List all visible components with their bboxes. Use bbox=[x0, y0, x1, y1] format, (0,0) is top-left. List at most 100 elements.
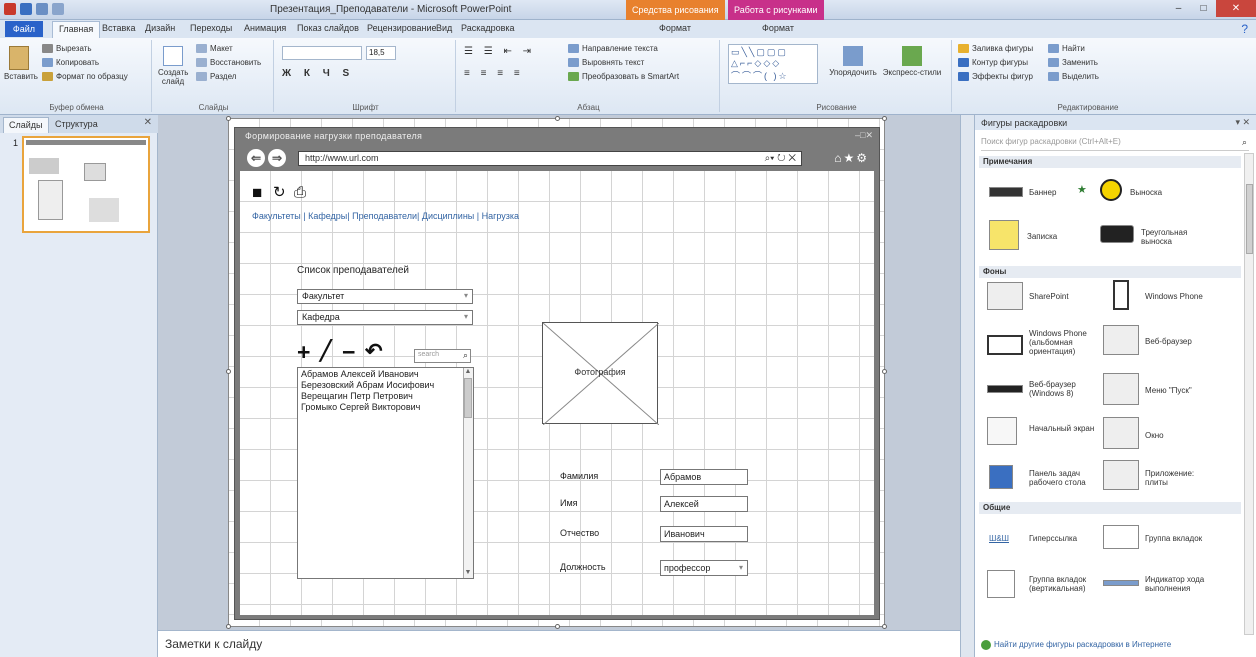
text-direction-button[interactable]: Направление текста bbox=[568, 44, 658, 54]
resize-handle[interactable] bbox=[882, 116, 887, 121]
notes-pane[interactable]: Заметки к слайду bbox=[158, 630, 960, 657]
shape-start-screen[interactable]: Начальный экран bbox=[1029, 424, 1095, 433]
cut-button[interactable]: Вырезать bbox=[42, 44, 92, 54]
shape-taskbar[interactable]: Панель задач рабочего стола bbox=[1029, 469, 1095, 487]
web-browser-shape-icon[interactable] bbox=[1103, 325, 1139, 355]
tab-file[interactable]: Файл bbox=[5, 21, 43, 37]
tab-outline[interactable]: Структура bbox=[50, 117, 103, 133]
shape-web-browser[interactable]: Веб-браузер bbox=[1145, 337, 1192, 346]
shape-windows-phone[interactable]: Windows Phone bbox=[1145, 292, 1203, 301]
list-buttons[interactable]: ☰ ☰ ⇤ ⇥ bbox=[464, 46, 535, 57]
tab-home[interactable]: Главная bbox=[52, 21, 101, 38]
layout-button[interactable]: Макет bbox=[196, 44, 233, 54]
category-notes[interactable]: Примечания bbox=[979, 156, 1241, 168]
tab-transitions[interactable]: Переходы bbox=[190, 23, 232, 33]
paste-button[interactable]: Вставить bbox=[4, 46, 38, 81]
panel-scrollbar[interactable] bbox=[1244, 153, 1254, 635]
tab-view[interactable]: Вид bbox=[436, 23, 452, 33]
new-slide-button[interactable]: Создать слайд bbox=[158, 46, 188, 86]
replace-button[interactable]: Заменить bbox=[1048, 58, 1098, 68]
tab-format-picture[interactable]: Формат bbox=[762, 23, 794, 33]
reset-button[interactable]: Восстановить bbox=[196, 58, 261, 68]
start-menu-shape-icon[interactable] bbox=[1103, 373, 1139, 405]
close-icon[interactable]: ✕ bbox=[144, 117, 152, 128]
resize-handle[interactable] bbox=[882, 369, 887, 374]
font-style-buttons[interactable]: Ж К Ч S bbox=[282, 68, 354, 79]
slide[interactable]: Формирование нагрузки преподавателя –□✕ … bbox=[226, 116, 887, 629]
shape-outline-button[interactable]: Контур фигуры bbox=[958, 58, 1028, 68]
shape-window[interactable]: Окно bbox=[1145, 431, 1164, 440]
shape-fill-button[interactable]: Заливка фигуры bbox=[958, 44, 1033, 54]
tab-design[interactable]: Дизайн bbox=[145, 23, 175, 33]
category-backgrounds[interactable]: Фоны bbox=[979, 266, 1241, 278]
shapes-gallery[interactable]: ▭╲╲▢▢▢ △⌐⌐◇◇◇ ⌒⌒⌒( )☆ bbox=[728, 44, 818, 84]
find-more-shapes-link[interactable]: Найти другие фигуры раскадровки в Интерн… bbox=[981, 640, 1171, 650]
tab-review[interactable]: Рецензирование bbox=[367, 23, 437, 33]
smartart-button[interactable]: Преобразовать в SmartArt bbox=[568, 72, 679, 82]
shape-hyperlink[interactable]: Гиперссылка bbox=[1029, 534, 1077, 543]
maximize-button[interactable]: □ bbox=[1191, 0, 1216, 17]
shape-app-tiles[interactable]: Приложение: плиты bbox=[1145, 469, 1211, 487]
font-name-combo[interactable] bbox=[282, 46, 362, 60]
app-tiles-shape-icon[interactable] bbox=[1103, 460, 1139, 490]
progress-shape-icon[interactable] bbox=[1103, 580, 1139, 586]
redo-icon[interactable] bbox=[52, 3, 64, 15]
save-icon[interactable] bbox=[20, 3, 32, 15]
align-text-button[interactable]: Выровнять текст bbox=[568, 58, 644, 68]
shape-wp-landscape[interactable]: Windows Phone (альбомная ориентация) bbox=[1029, 329, 1095, 356]
format-painter-button[interactable]: Формат по образцу bbox=[42, 72, 128, 82]
vtab-group-shape-icon[interactable] bbox=[987, 570, 1015, 598]
shape-sharepoint[interactable]: SharePoint bbox=[1029, 292, 1069, 301]
tab-slideshow[interactable]: Показ слайдов bbox=[297, 23, 359, 33]
taskbar-shape-icon[interactable] bbox=[989, 465, 1013, 489]
align-buttons[interactable]: ≡ ≡ ≡ ≡ bbox=[464, 68, 524, 79]
callout-shape-icon[interactable] bbox=[1100, 179, 1122, 201]
arrange-button[interactable]: Упорядочить bbox=[826, 46, 880, 77]
sharepoint-shape-icon[interactable] bbox=[987, 282, 1023, 310]
shape-note[interactable]: Записка bbox=[1027, 232, 1057, 241]
panel-scroll-thumb[interactable] bbox=[1246, 184, 1253, 254]
tab-group-shape-icon[interactable] bbox=[1103, 525, 1139, 549]
shape-progress[interactable]: Индикатор хода выполнения bbox=[1145, 575, 1211, 593]
select-button[interactable]: Выделить bbox=[1048, 72, 1099, 82]
resize-handle[interactable] bbox=[226, 369, 231, 374]
slide-thumbnail[interactable] bbox=[22, 136, 150, 233]
tab-storyboarding[interactable]: Раскадровка bbox=[461, 23, 515, 33]
close-button[interactable]: ✕ bbox=[1216, 0, 1256, 17]
shape-tab-group[interactable]: Группа вкладок bbox=[1145, 534, 1202, 543]
shape-triangle-callout[interactable]: Треугольная выноска bbox=[1141, 228, 1211, 246]
window-shape-icon[interactable] bbox=[1103, 417, 1139, 449]
shape-vtab-group[interactable]: Группа вкладок (вертикальная) bbox=[1029, 575, 1095, 593]
resize-handle[interactable] bbox=[882, 624, 887, 629]
tab-insert[interactable]: Вставка bbox=[102, 23, 135, 33]
panel-close-icon[interactable]: ▾ ✕ bbox=[1235, 117, 1250, 128]
resize-handle[interactable] bbox=[226, 624, 231, 629]
font-size-combo[interactable]: 18,5 bbox=[366, 46, 396, 60]
shapes-search-input[interactable]: Поиск фигур раскадровки (Ctrl+Alt+E) ⌕ bbox=[981, 137, 1249, 151]
copy-button[interactable]: Копировать bbox=[42, 58, 99, 68]
tab-slides[interactable]: Слайды bbox=[3, 117, 49, 133]
resize-handle[interactable] bbox=[226, 116, 231, 121]
web-browser-8-shape-icon[interactable] bbox=[987, 385, 1023, 393]
shape-callout[interactable]: Выноска bbox=[1130, 188, 1162, 197]
banner-shape-icon[interactable] bbox=[989, 187, 1023, 197]
section-button[interactable]: Раздел bbox=[196, 72, 236, 82]
shape-web-browser-8[interactable]: Веб-браузер (Windows 8) bbox=[1029, 380, 1095, 398]
quick-styles-button[interactable]: Экспресс-стили bbox=[882, 46, 942, 77]
tab-format-drawing[interactable]: Формат bbox=[659, 23, 691, 33]
help-icon[interactable]: ? bbox=[1241, 22, 1248, 36]
shape-banner[interactable]: Баннер bbox=[1029, 188, 1056, 197]
windows-phone-shape-icon[interactable] bbox=[1113, 280, 1129, 310]
find-button[interactable]: Найти bbox=[1048, 44, 1085, 54]
triangle-callout-shape-icon[interactable] bbox=[1100, 225, 1134, 243]
browser-mockup[interactable]: Формирование нагрузки преподавателя –□✕ … bbox=[234, 127, 880, 620]
start-screen-shape-icon[interactable] bbox=[987, 417, 1017, 445]
resize-handle[interactable] bbox=[555, 624, 560, 629]
canvas-scrollbar[interactable] bbox=[960, 115, 974, 657]
hyperlink-shape-icon[interactable]: Ш&Ш bbox=[989, 534, 1009, 543]
undo-icon[interactable] bbox=[36, 3, 48, 15]
note-shape-icon[interactable] bbox=[989, 220, 1019, 250]
resize-handle[interactable] bbox=[555, 116, 560, 121]
shape-start-menu[interactable]: Меню "Пуск" bbox=[1145, 386, 1192, 395]
tab-animations[interactable]: Анимация bbox=[244, 23, 286, 33]
